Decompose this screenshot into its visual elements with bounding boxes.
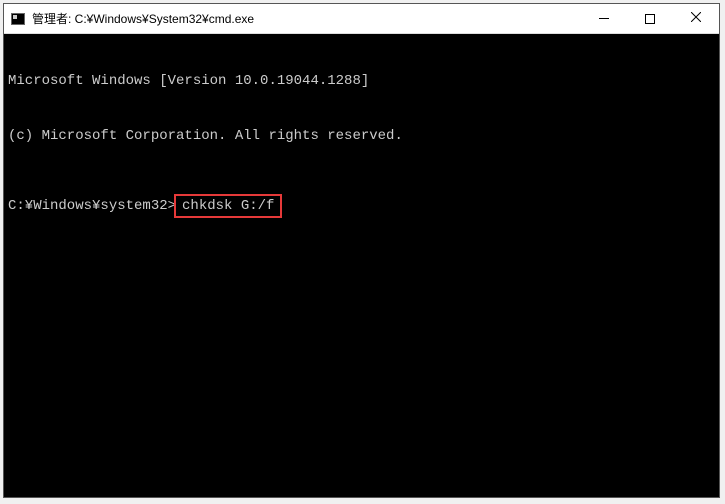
minimize-button[interactable] — [581, 4, 627, 33]
terminal-command-highlighted: chkdsk G:/f — [174, 194, 282, 218]
window-title: 管理者: C:¥Windows¥System32¥cmd.exe — [32, 10, 581, 27]
cmd-icon — [10, 11, 26, 27]
window-controls — [581, 4, 719, 33]
cmd-window: 管理者: C:¥Windows¥System32¥cmd.exe Microso… — [3, 3, 720, 498]
prompt-line: C:¥Windows¥system32> chkdsk G:/f — [8, 194, 715, 218]
close-button[interactable] — [673, 4, 719, 33]
close-icon — [691, 11, 701, 27]
maximize-icon — [645, 14, 655, 24]
terminal-output-line: Microsoft Windows [Version 10.0.19044.12… — [8, 72, 715, 90]
titlebar[interactable]: 管理者: C:¥Windows¥System32¥cmd.exe — [4, 4, 719, 34]
terminal-prompt: C:¥Windows¥system32> — [8, 197, 176, 215]
terminal-output-line: (c) Microsoft Corporation. All rights re… — [8, 127, 715, 145]
maximize-button[interactable] — [627, 4, 673, 33]
minimize-icon — [599, 18, 609, 19]
terminal-area[interactable]: Microsoft Windows [Version 10.0.19044.12… — [4, 34, 719, 497]
